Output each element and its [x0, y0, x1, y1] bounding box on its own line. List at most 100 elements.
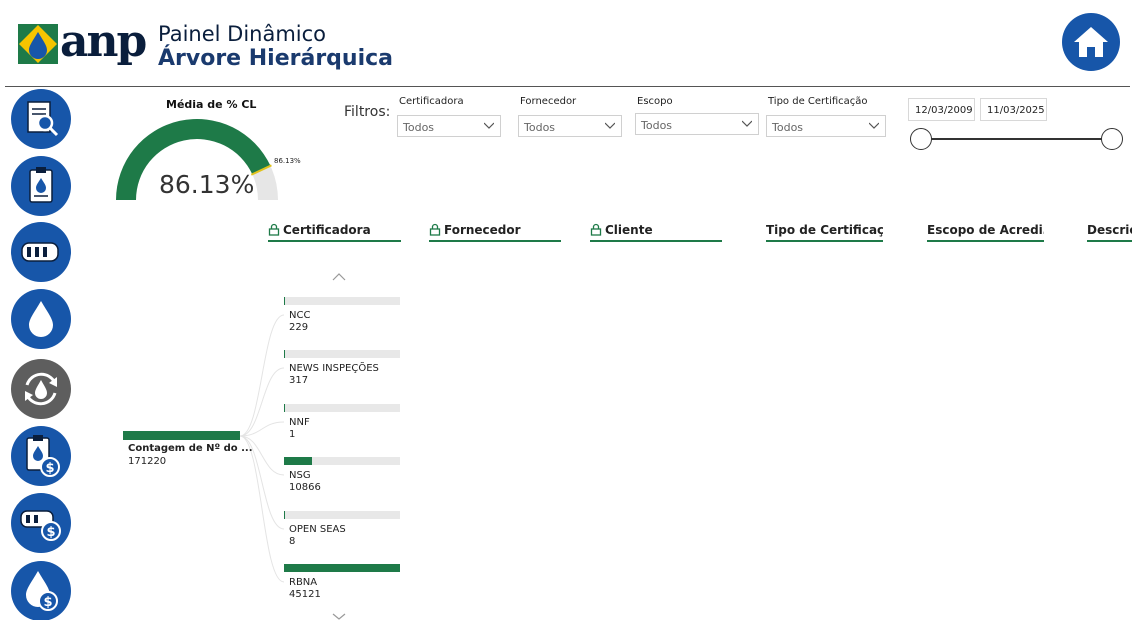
tree-node[interactable]: RBNA 45121 — [284, 564, 400, 600]
sidebar-button-recycle[interactable] — [11, 359, 71, 419]
lock-icon — [429, 223, 441, 236]
sidebar-button-clipboard[interactable] — [11, 156, 71, 216]
gauge-target-label: 86.13% — [274, 157, 301, 165]
tree-node-track — [284, 297, 400, 305]
filter-fornecedor-label: Fornecedor — [520, 96, 577, 107]
filter-tipo-select[interactable]: Todos — [766, 115, 886, 137]
tree-node-track — [284, 511, 400, 519]
tree-connectors — [239, 314, 285, 583]
tree-node-name: NEWS INSPEÇÕES — [289, 363, 379, 374]
lock-icon — [590, 223, 602, 236]
header-divider — [5, 86, 1130, 87]
sidebar-button-tank-dollar[interactable]: $ — [11, 493, 71, 553]
drop-icon — [29, 301, 53, 337]
tree-header-tipo-certificacao[interactable]: Tipo de Certificaç…× — [766, 223, 883, 242]
tree-node-value: 1 — [289, 429, 296, 440]
gauge-value: 86.13% — [159, 170, 255, 199]
chevron-down-icon — [484, 122, 494, 129]
tree-node-name: NCC — [289, 310, 311, 321]
tree-node-track — [284, 564, 400, 572]
tree-header-label: Descriç — [1087, 223, 1132, 237]
tree-connector — [239, 435, 285, 583]
tree-node-name: NSG — [289, 470, 311, 481]
document-search-icon — [27, 101, 59, 137]
tree-node-value: 317 — [289, 375, 309, 386]
tree-node-track — [284, 404, 400, 412]
tree-connector — [239, 435, 285, 476]
tree-node[interactable]: NNF 1 — [284, 404, 400, 440]
tree-node-value: 229 — [289, 322, 309, 333]
tree-node-name: RBNA — [289, 577, 318, 588]
filters-label: Filtros: — [344, 104, 391, 120]
chevron-down-icon — [869, 122, 879, 129]
page-title: Painel Dinâmico — [158, 22, 327, 46]
filter-fornecedor-select[interactable]: Todos — [518, 115, 622, 137]
tree-header-certificadora[interactable]: Certificadora — [268, 223, 401, 242]
svg-text:$: $ — [46, 525, 55, 540]
home-icon — [1074, 27, 1108, 57]
tree-node-bar — [284, 457, 312, 465]
anp-logo: anp — [18, 16, 147, 67]
tank-truck-icon — [21, 242, 59, 262]
chevron-down-icon — [605, 122, 615, 129]
tree-header-escopo[interactable]: Escopo de Acredi…× — [927, 223, 1044, 242]
filter-escopo-value: Todos — [641, 119, 673, 132]
tree-header-descricao[interactable]: Descriç — [1087, 223, 1132, 242]
tree-connector — [239, 367, 285, 437]
filter-tipo-label: Tipo de Certificação — [768, 96, 868, 107]
tree-header-label: Certificadora — [283, 223, 371, 237]
tree-node[interactable]: NCC 229 — [284, 297, 400, 333]
tree-header-label: Fornecedor — [444, 223, 521, 237]
tree-node-bar — [284, 404, 285, 412]
date-end-input[interactable]: 11/03/2025 — [980, 98, 1047, 121]
tree-header-label: Cliente — [605, 223, 653, 237]
svg-text:$: $ — [45, 461, 54, 476]
tree-header-label: Escopo de Acredi… — [927, 223, 1044, 237]
drop-dollar-icon: $ — [26, 571, 58, 611]
filter-certificadora-select[interactable]: Todos — [397, 115, 501, 137]
date-slider-start-handle[interactable] — [910, 128, 932, 150]
root-node-bar — [123, 431, 240, 440]
date-slider-track[interactable] — [920, 138, 1115, 140]
tree-node-name: NNF — [289, 417, 310, 428]
home-button[interactable] — [1062, 13, 1120, 71]
recycle-drop-icon — [25, 372, 57, 406]
tree-header-fornecedor[interactable]: Fornecedor — [429, 223, 561, 242]
tree-node[interactable]: NEWS INSPEÇÕES 317 — [284, 350, 400, 386]
tree-node-name: OPEN SEAS — [289, 524, 346, 535]
tree-node-bar — [284, 511, 285, 519]
tree-connector — [239, 314, 285, 437]
root-node-value: 171220 — [128, 456, 167, 467]
filter-tipo-value: Todos — [772, 121, 804, 134]
clipboard-dollar-icon: $ — [26, 435, 60, 477]
tree-header-cliente[interactable]: Cliente — [590, 223, 722, 242]
scroll-down-icon[interactable] — [332, 612, 346, 620]
filter-escopo-select[interactable]: Todos — [635, 113, 759, 135]
sidebar-button-drop-dollar[interactable]: $ — [11, 561, 71, 620]
filter-certificadora-label: Certificadora — [399, 96, 464, 107]
clipboard-drop-icon — [29, 167, 53, 203]
tank-dollar-icon: $ — [20, 510, 61, 541]
date-start-input[interactable]: 12/03/2009 — [908, 98, 975, 121]
date-slider-end-handle[interactable] — [1101, 128, 1123, 150]
filter-certificadora-value: Todos — [403, 121, 435, 134]
gauge-title: Média de % CL — [166, 98, 257, 111]
tree-node-track — [284, 457, 400, 465]
tree-node[interactable]: OPEN SEAS 8 — [284, 511, 400, 547]
sidebar-button-document-search[interactable] — [11, 89, 71, 149]
svg-text:$: $ — [43, 595, 52, 610]
tree-node[interactable]: NSG 10866 — [284, 457, 400, 493]
tree-node-value: 8 — [289, 536, 296, 547]
lock-icon — [268, 223, 280, 236]
tree-node-value: 45121 — [289, 589, 321, 600]
anp-drop-logo-icon — [18, 24, 58, 64]
filter-escopo-label: Escopo — [637, 96, 673, 107]
scroll-up-icon[interactable] — [332, 272, 346, 282]
tree-node-bar — [284, 297, 285, 305]
filter-fornecedor-value: Todos — [524, 121, 556, 134]
sidebar-button-clipboard-dollar[interactable]: $ — [11, 426, 71, 486]
sidebar-button-drop[interactable] — [11, 289, 71, 349]
page-subtitle: Árvore Hierárquica — [158, 46, 394, 71]
sidebar-button-tank[interactable] — [11, 222, 71, 282]
tree-node-value: 10866 — [289, 482, 321, 493]
